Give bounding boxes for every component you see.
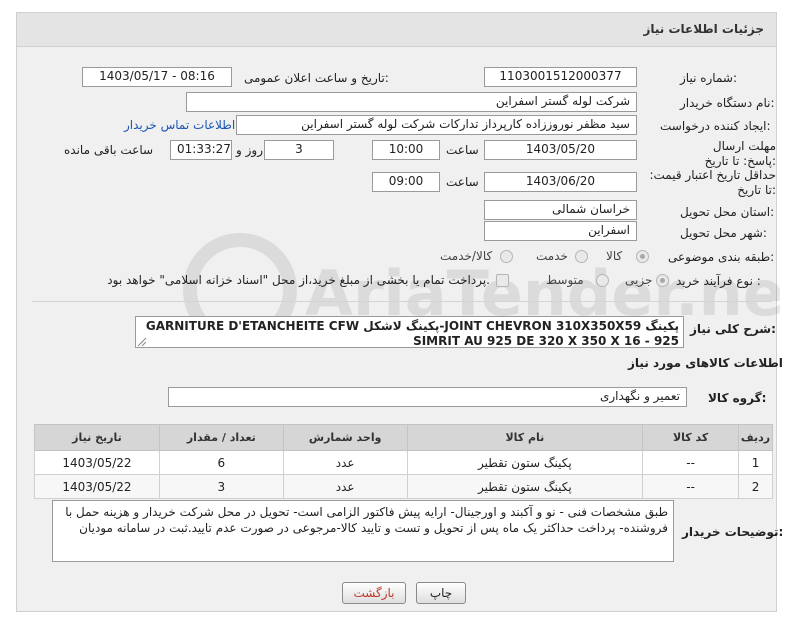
need-number-label: شماره نیاز:	[680, 71, 738, 85]
creator-field: سید مظفر نوروززاده کارپرداز تدارکات شرکت…	[236, 115, 637, 135]
category-option-goods: کالا	[606, 249, 623, 263]
process-option-medium: متوسط	[546, 273, 584, 287]
cell-quantity: 3	[158, 474, 284, 499]
divider	[32, 301, 772, 302]
category-option-both: کالا/خدمت	[440, 249, 493, 263]
category-radio-service[interactable]	[575, 250, 588, 263]
announce-label: تاریخ و ساعت اعلان عمومی:	[244, 71, 389, 85]
col-header-quantity: تعداد / مقدار	[158, 424, 284, 451]
announce-field: 1403/05/17 - 08:16	[82, 67, 232, 87]
validity-time-label: ساعت	[446, 175, 479, 189]
col-header-need-date: تاریخ نیاز	[34, 424, 160, 451]
buyer-notes-field[interactable]: طبق مشخصات فنی - نو و آکبند و اورجینال- …	[52, 500, 674, 562]
process-radio-medium[interactable]	[596, 274, 609, 287]
panel-header: جزئیات اطلاعات نیاز	[17, 13, 776, 47]
table-row: 2 -- پکینگ ستون تقطیر عدد 3 1403/05/22	[34, 474, 773, 499]
validity-time-field: 09:00	[372, 172, 440, 192]
category-label: طبقه بندی موضوعی:	[668, 250, 775, 264]
table-header-row: ردیف کد کالا نام کالا واحد شمارش تعداد /…	[34, 424, 773, 451]
goods-group-label: گروه کالا:	[708, 391, 767, 405]
goods-table: ردیف کد کالا نام کالا واحد شمارش تعداد /…	[34, 424, 773, 499]
validity-label: حداقل تاریخ اعتبار قیمت: تا تاریخ:	[649, 168, 776, 197]
category-option-service: خدمت	[536, 249, 568, 263]
goods-group-field: تعمیر و نگهداری	[168, 387, 687, 407]
cell-need-date: 1403/05/22	[34, 474, 160, 499]
summary-label: شرح کلی نیاز:	[690, 322, 776, 336]
contact-info-link[interactable]: اطلاعات تماس خریدار	[124, 118, 235, 132]
treasury-payment-note: پرداخت تمام یا بخشی از مبلغ خرید،از محل …	[107, 273, 490, 287]
back-button[interactable]: بازگشت	[342, 582, 406, 604]
table-row: 1 -- پکینگ ستون تقطیر عدد 6 1403/05/22	[34, 450, 773, 475]
goods-section-title: اطلاعات کالاهای مورد نیاز	[628, 356, 783, 370]
need-number-field: 1103001512000377	[484, 67, 637, 87]
cell-goods-name: پکینگ ستون تقطیر	[406, 474, 644, 499]
process-radio-minor[interactable]	[656, 274, 669, 287]
col-header-goods-name: نام کالا	[406, 424, 644, 451]
process-label: نوع فرآیند خرید :	[676, 274, 761, 288]
remaining-label: ساعت باقی مانده	[64, 143, 154, 157]
cell-row-number: 2	[738, 474, 773, 499]
notes-label: توضیحات خریدار:	[682, 525, 784, 539]
buyer-label: نام دستگاه خریدار:	[680, 96, 775, 110]
cell-unit: عدد	[282, 450, 408, 475]
category-radio-goods[interactable]	[636, 250, 649, 263]
buyer-field: شرکت لوله گستر اسفراین	[186, 92, 637, 112]
summary-field[interactable]: پکینگ JOINT CHEVRON 310X350X59-پکینگ لاش…	[135, 316, 684, 348]
cell-unit: عدد	[282, 474, 408, 499]
col-header-goods-code: کد کالا	[642, 424, 740, 451]
province-field: خراسان شمالی	[484, 200, 637, 220]
cell-row-number: 1	[738, 450, 773, 475]
resize-handle-icon[interactable]	[137, 337, 147, 347]
category-radio-both[interactable]	[500, 250, 513, 263]
cell-goods-code: --	[642, 450, 740, 475]
cell-need-date: 1403/05/22	[34, 450, 160, 475]
city-label: شهر محل تحویل:	[680, 226, 767, 240]
process-option-minor: جزیی	[625, 273, 653, 287]
province-label: استان محل تحویل:	[680, 205, 775, 219]
remaining-time-field: 01:33:27	[170, 140, 232, 160]
deadline-label: مهلت ارسال پاسخ: تا تاریخ:	[704, 139, 776, 168]
page-title: جزئیات اطلاعات نیاز	[643, 22, 764, 36]
days-field: 3	[264, 140, 334, 160]
days-label: روز و	[236, 143, 263, 157]
deadline-time-label: ساعت	[446, 143, 479, 157]
col-header-row-number: ردیف	[738, 424, 773, 451]
cell-goods-code: --	[642, 474, 740, 499]
cell-quantity: 6	[158, 450, 284, 475]
deadline-time-field: 10:00	[372, 140, 440, 160]
col-header-unit: واحد شمارش	[282, 424, 408, 451]
cell-goods-name: پکینگ ستون تقطیر	[406, 450, 644, 475]
deadline-date-field: 1403/05/20	[484, 140, 637, 160]
print-button[interactable]: چاپ	[416, 582, 466, 604]
validity-date-field: 1403/06/20	[484, 172, 637, 192]
treasury-payment-checkbox[interactable]	[496, 274, 509, 287]
city-field: اسفراین	[484, 221, 637, 241]
creator-label: ایجاد کننده درخواست:	[660, 119, 771, 133]
